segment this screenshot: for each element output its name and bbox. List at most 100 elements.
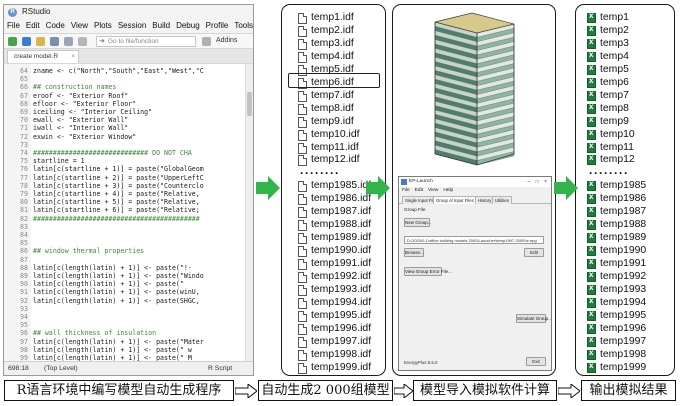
file-name: temp2000 — [600, 375, 646, 376]
code-text: latin[c(startline + 4)] = paste("Relativ… — [33, 190, 200, 198]
save-icon[interactable] — [50, 37, 59, 46]
caption-output-results-text: 输出模拟结果 — [589, 383, 668, 398]
code-text: efloor <- "Exterior Floor" — [33, 99, 137, 108]
green-arrow-icon — [256, 176, 280, 200]
print-icon[interactable] — [78, 37, 87, 46]
scope-indicator[interactable]: (Top Level) — [44, 362, 78, 375]
excel-file-icon — [587, 361, 596, 373]
document-icon — [298, 246, 307, 258]
file-name: temp1991 — [600, 258, 647, 270]
file-name: temp10.idf — [311, 128, 360, 140]
code-line: 93 — [4, 305, 33, 313]
cursor-position: 698:18 — [8, 365, 29, 372]
code-line: 66 ## construction names — [4, 83, 116, 91]
caption-arrow-icon — [558, 384, 580, 398]
goto-file-input[interactable]: ➜ Go to file/function — [96, 36, 196, 47]
editor-tab[interactable]: create model.R × — [7, 50, 79, 63]
file-name: temp1992.idf — [311, 271, 372, 282]
code-line: 69 iceiling <- "Interior Ceiling" — [4, 108, 152, 116]
code-editor[interactable]: 64 zname <- c("North","South","East","Wes… — [4, 63, 253, 361]
energyplus-version: EnergyPlus 8.5.0 — [404, 360, 438, 365]
tab-group-input[interactable]: Group of Input Files — [433, 196, 477, 204]
menu-view[interactable]: View — [71, 21, 88, 30]
excel-file-icon — [587, 37, 596, 49]
code-line: 91 latin[c(length(latin) + 1)] <- paste(w… — [4, 288, 200, 296]
file-name: temp1 — [600, 12, 629, 23]
line-number: 80 — [20, 198, 28, 207]
scrollbar-thumb[interactable] — [247, 92, 252, 116]
code-text: startline = 1 — [33, 157, 85, 166]
caption-arrow-icon — [394, 384, 413, 398]
caption-write-program-text: R语言环境中编写模型自动生成程序 — [16, 383, 222, 398]
grid-icon[interactable] — [202, 37, 211, 46]
excel-file-icon — [587, 335, 596, 347]
code-text: latin[c(startline + 2)] = paste("UpperLe… — [33, 173, 204, 182]
model-simulation-panel: EP-Launch – □ × File Edit View Help Single … — [392, 4, 556, 376]
line-number: 79 — [20, 190, 28, 198]
save-all-icon[interactable] — [64, 37, 73, 46]
menu-plots[interactable]: Plots — [94, 21, 112, 30]
tab-utilities[interactable]: Utilities — [492, 196, 512, 204]
file-name: temp1985.idf — [311, 180, 372, 192]
menu-session[interactable]: Session — [118, 21, 146, 30]
document-icon — [298, 259, 307, 271]
green-arrow-icon — [366, 176, 390, 200]
simulate-group-button[interactable]: Simulate Group... — [516, 314, 551, 323]
code-line: 77 latin[c(startline + 2)] = paste("Upper… — [4, 174, 204, 182]
ep-menu-edit[interactable]: Edit — [415, 188, 423, 193]
code-text: iwall <- "Interior Wall" — [33, 124, 129, 133]
ep-menu-help[interactable]: Help — [443, 188, 453, 193]
file-name: temp1989 — [600, 232, 647, 244]
file-name: temp1993 — [600, 283, 647, 295]
excel-file-icon — [587, 153, 596, 166]
ep-menu-view[interactable]: View — [428, 188, 438, 193]
ep-menu-file[interactable]: File — [402, 188, 410, 193]
line-number: 77 — [20, 173, 28, 182]
new-project-icon[interactable] — [22, 37, 31, 46]
file-name: temp1988 — [600, 219, 647, 231]
document-icon — [298, 323, 307, 335]
exit-button[interactable]: Exit — [526, 357, 546, 366]
file-type[interactable]: R Script — [208, 362, 232, 375]
menu-build[interactable]: Build — [152, 21, 170, 30]
addins-menu[interactable]: Addins — [216, 37, 237, 44]
rstudio-toolbar: ➜ Go to file/function Addins — [4, 33, 253, 49]
document-icon — [298, 207, 307, 219]
new-group-button[interactable]: New Group... — [404, 218, 432, 227]
editor-scrollbar[interactable] — [245, 64, 253, 361]
selected-file-outline — [288, 73, 380, 88]
code-line: 74 ############################# DO NOT C… — [4, 149, 192, 157]
open-folder-icon[interactable] — [36, 37, 45, 46]
close-icon[interactable]: × — [71, 51, 75, 63]
line-number: 98 — [20, 345, 28, 354]
view-group-error-button[interactable]: View Group Error File... — [404, 267, 452, 276]
new-file-icon[interactable] — [8, 37, 17, 46]
document-icon — [298, 103, 307, 115]
file-name: temp6 — [600, 76, 629, 88]
group-file-path-select[interactable]: D:\2020\0-1\office building models 2000\… — [404, 236, 544, 244]
menu-file[interactable]: File — [7, 21, 20, 30]
file-name: temp1995 — [600, 309, 647, 321]
menu-edit[interactable]: Edit — [26, 21, 40, 30]
window-controls[interactable]: – □ × — [528, 177, 550, 187]
document-icon — [298, 349, 307, 361]
file-name: temp3 — [600, 37, 629, 49]
code-text: latin[c(startline + 6)] = paste("Relativ… — [33, 206, 200, 215]
edit-button[interactable]: Edit — [524, 248, 544, 257]
browse-button[interactable]: Browse... — [404, 248, 424, 257]
line-number: 72 — [20, 132, 28, 141]
file-name: temp1996.idf — [311, 322, 372, 334]
line-number: 78 — [20, 181, 28, 190]
menu-debug[interactable]: Debug — [176, 21, 200, 30]
menu-profile[interactable]: Profile — [206, 21, 229, 30]
line-number: 64 — [20, 67, 28, 75]
caption-generate-models: 自动生成2 000组模型 — [258, 380, 393, 401]
code-text: eroof <- "Exterior Roof" — [33, 91, 129, 100]
excel-file-icon — [587, 348, 596, 360]
menu-tools[interactable]: Tools — [234, 21, 253, 30]
line-number: 70 — [20, 116, 28, 125]
code-text: latin[c(startline + 3)] = paste("Counter… — [33, 181, 204, 190]
document-icon — [298, 90, 307, 102]
menu-code[interactable]: Code — [46, 21, 65, 30]
line-number: 74 — [20, 149, 28, 157]
